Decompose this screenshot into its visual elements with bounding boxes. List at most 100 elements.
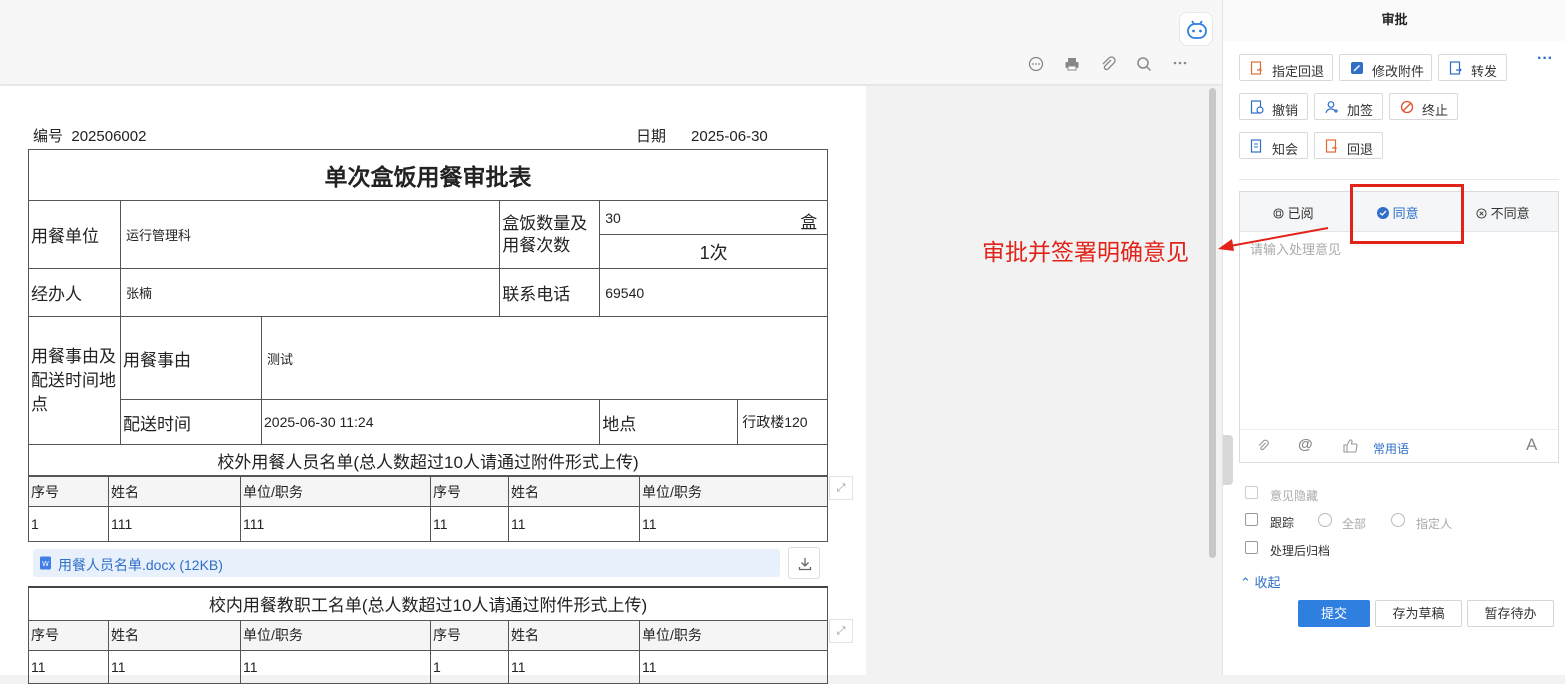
expand-icon[interactable]: ⤢ bbox=[829, 476, 853, 500]
button-label: 知会 bbox=[1272, 142, 1299, 157]
hide-opinion-checkbox[interactable] bbox=[1245, 486, 1258, 499]
place-value: 行政楼120 bbox=[737, 399, 828, 445]
reason-value: 测试 bbox=[261, 316, 828, 400]
tab-label: 已阅 bbox=[1287, 206, 1314, 221]
table-cell[interactable]: 11 bbox=[639, 506, 828, 542]
hide-opinion-label: 意见隐藏 bbox=[1270, 489, 1319, 503]
table-cell[interactable]: 11 bbox=[508, 649, 640, 684]
table-cell[interactable]: 11 bbox=[240, 649, 431, 684]
approval-form-table: 单次盒饭用餐审批表 用餐单位 运行管理科 盒饭数量及用餐次数 30 盒 1次 经… bbox=[28, 149, 828, 476]
archive-label: 处理后归档 bbox=[1270, 544, 1331, 558]
tab-read[interactable]: 已阅 bbox=[1273, 203, 1314, 222]
button-label: 加签 bbox=[1347, 103, 1374, 118]
track-specified-radio[interactable] bbox=[1391, 513, 1405, 527]
table-cell[interactable]: 11 bbox=[430, 506, 509, 542]
col-header: 序号 bbox=[430, 619, 509, 651]
table-cell[interactable]: 1 bbox=[430, 649, 509, 684]
archive-checkbox[interactable] bbox=[1245, 541, 1258, 554]
annotation-arrow bbox=[1218, 227, 1329, 251]
track-label: 跟踪 bbox=[1270, 516, 1295, 530]
table-cell[interactable]: 111 bbox=[240, 506, 431, 542]
edit-attachment-button[interactable]: 修改附件 bbox=[1339, 54, 1432, 81]
revoke-icon bbox=[1250, 100, 1264, 114]
col-header: 序号 bbox=[28, 619, 109, 651]
robot-icon[interactable] bbox=[1179, 12, 1213, 46]
mention-icon[interactable]: @ bbox=[1298, 436, 1313, 453]
button-label: 回退 bbox=[1347, 142, 1374, 157]
print-icon[interactable] bbox=[1063, 55, 1081, 73]
search-icon[interactable] bbox=[1135, 55, 1153, 73]
paperclip-icon[interactable] bbox=[1256, 439, 1270, 453]
collapse-handle[interactable] bbox=[1223, 435, 1233, 485]
highlight-box bbox=[1350, 184, 1464, 244]
serial-number: 编号 202506002 bbox=[33, 125, 146, 146]
date-value: 2025-06-30 bbox=[691, 128, 768, 145]
more-actions-button[interactable]: ··· bbox=[1530, 51, 1560, 77]
terminate-button[interactable]: 终止 bbox=[1389, 93, 1458, 120]
track-checkbox[interactable] bbox=[1245, 513, 1258, 526]
qty-value: 30 bbox=[605, 209, 621, 226]
tab-disagree[interactable]: 不同意 bbox=[1476, 203, 1530, 222]
track-all-label: 全部 bbox=[1342, 517, 1367, 531]
qty-cell: 30 盒 bbox=[599, 200, 828, 235]
common-phrases-link[interactable]: 常用语 bbox=[1373, 440, 1409, 457]
read-icon bbox=[1273, 208, 1284, 219]
revoke-button[interactable]: 撤销 bbox=[1239, 93, 1308, 120]
times-value: 1次 bbox=[599, 234, 828, 269]
thumbs-up-icon[interactable] bbox=[1343, 439, 1358, 453]
qty-label: 盒饭数量及用餐次数 bbox=[499, 200, 601, 269]
add-user-icon bbox=[1325, 101, 1338, 114]
tab-label: 不同意 bbox=[1490, 206, 1530, 221]
track-all-radio[interactable] bbox=[1318, 513, 1332, 527]
attachment-icon[interactable] bbox=[1099, 55, 1117, 73]
top-toolbar bbox=[0, 0, 1222, 85]
more-icon[interactable] bbox=[1171, 55, 1189, 73]
hold-pending-button[interactable]: 暂存待办 bbox=[1467, 600, 1554, 627]
expand-icon[interactable]: ⤢ bbox=[829, 619, 853, 643]
attachment-item[interactable]: W 用餐人员名单.docx (12KB) bbox=[33, 549, 780, 577]
document-margin bbox=[866, 86, 1222, 675]
table-cell[interactable]: 11 bbox=[28, 649, 109, 684]
col-header: 单位/职务 bbox=[240, 476, 431, 507]
download-button[interactable] bbox=[788, 547, 820, 579]
add-signer-button[interactable]: 加签 bbox=[1314, 93, 1383, 120]
serial-value: 202506002 bbox=[71, 128, 147, 145]
comment-icon[interactable] bbox=[1027, 55, 1045, 73]
return-icon bbox=[1325, 139, 1338, 153]
edit-icon bbox=[1351, 62, 1363, 74]
save-draft-button[interactable]: 存为草稿 bbox=[1375, 600, 1462, 627]
collapse-label: 收起 bbox=[1254, 575, 1281, 590]
phone-label: 联系电话 bbox=[499, 268, 601, 317]
delivery-time-label: 配送时间 bbox=[120, 399, 262, 445]
submit-button[interactable]: 提交 bbox=[1298, 600, 1370, 627]
attachment-name[interactable]: 用餐人员名单.docx (12KB) bbox=[58, 555, 223, 575]
forward-button[interactable]: 转发 bbox=[1438, 54, 1507, 81]
panel-title: 审批 bbox=[1223, 0, 1565, 41]
notify-icon bbox=[1250, 139, 1262, 153]
font-format-icon[interactable]: A bbox=[1526, 435, 1537, 455]
table-cell[interactable]: 1 bbox=[28, 506, 109, 542]
collapse-button[interactable]: ⌃ 收起 bbox=[1240, 572, 1281, 591]
document-scrollbar[interactable] bbox=[1209, 88, 1216, 558]
col-header: 序号 bbox=[28, 476, 109, 507]
table-cell[interactable]: 11 bbox=[508, 506, 640, 542]
date-label: 日期 bbox=[636, 128, 667, 145]
table-cell[interactable]: 111 bbox=[108, 506, 241, 542]
col-header: 姓名 bbox=[108, 476, 241, 507]
stop-icon bbox=[1400, 100, 1414, 114]
table-cell[interactable]: 11 bbox=[108, 649, 241, 684]
phone-value: 69540 bbox=[599, 268, 828, 317]
download-icon bbox=[798, 558, 812, 571]
col-header: 姓名 bbox=[508, 476, 640, 507]
external-list-table: 序号 姓名 单位/职务 序号 姓名 单位/职务 1 111 111 11 11 … bbox=[28, 476, 828, 542]
specified-return-button[interactable]: 指定回退 bbox=[1239, 54, 1333, 81]
forward-icon bbox=[1449, 61, 1462, 75]
button-label: 修改附件 bbox=[1372, 64, 1425, 79]
document-return-icon bbox=[1250, 61, 1263, 75]
form-date: 日期 2025-06-30 bbox=[636, 125, 768, 146]
button-label: 指定回退 bbox=[1272, 64, 1325, 79]
col-header: 单位/职务 bbox=[639, 619, 828, 651]
table-cell[interactable]: 11 bbox=[639, 649, 828, 684]
notify-button[interactable]: 知会 bbox=[1239, 132, 1308, 159]
return-button[interactable]: 回退 bbox=[1314, 132, 1383, 159]
